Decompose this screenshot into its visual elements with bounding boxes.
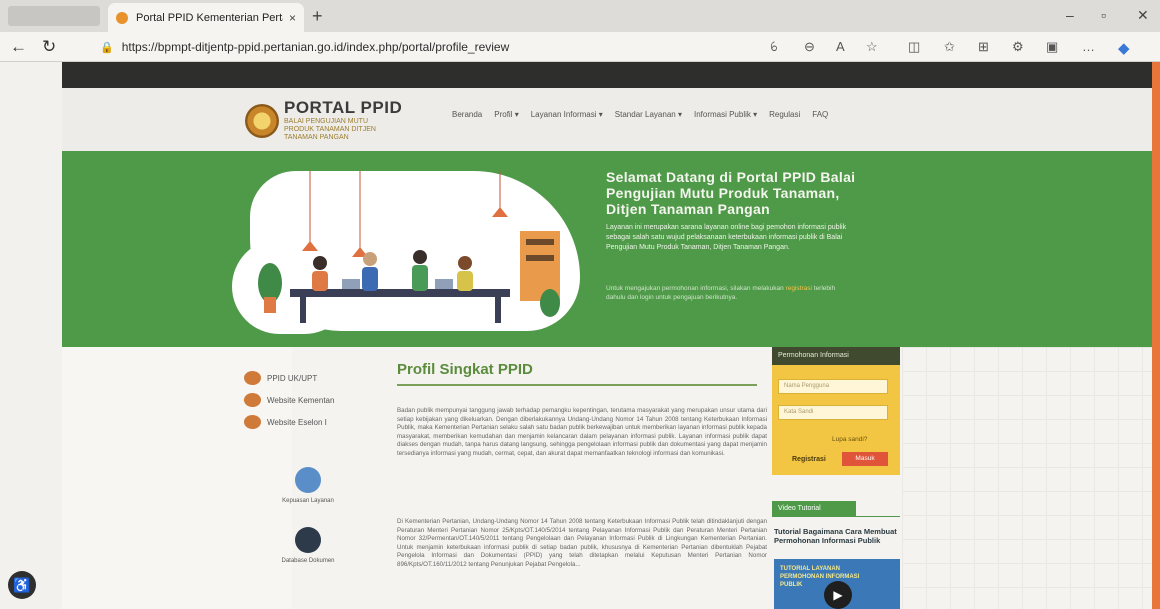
nav-item-beranda[interactable]: Beranda [452,110,482,119]
nav-item-informasi-publik[interactable]: Informasi Publik ▾ [694,110,757,119]
sidebar-links: PPID UK/UPT Website Kementan Website Ese… [244,367,334,433]
address-bar-row: ← ↻ 🔒 https://bpmpt-ditjentp-ppid.pertan… [0,32,1160,62]
ministry-logo-icon[interactable] [245,104,279,138]
site-header: PORTAL PPID BALAI PENGUJIAN MUTU PRODUK … [62,88,1152,151]
panel-header: Permohonan Informasi [772,347,900,365]
hero-registration-note: Untuk mengajukan permohonan informasi, s… [606,284,856,302]
profile-title: Profil Singkat PPID [397,361,533,378]
satisfaction-person-icon [295,467,321,493]
more-icon[interactable]: … [1082,39,1095,54]
video-thumbnail[interactable]: TUTORIAL LAYANAN PERMOHONAN INFORMASI PU… [774,559,900,609]
forgot-password-link[interactable]: Lupa sandi? [832,436,867,443]
hero-register-link[interactable]: registrasi [786,285,812,292]
restore-button[interactable]: ▫ [1101,7,1106,23]
accessibility-icon[interactable]: ♿ [8,571,36,599]
tab-close-button[interactable]: × [289,11,296,25]
nav-item-profil[interactable]: Profil ▾ [494,110,518,119]
service-label: Database Dokumen [281,558,335,564]
hero-title: Selamat Datang di Portal PPID Balai Peng… [606,169,856,217]
service-label: Kepuasan Layanan [282,498,334,504]
zoom-icon[interactable]: ⊖ [804,39,815,55]
bullet-icon [244,415,261,429]
font-icon[interactable]: A [836,39,845,54]
information-request-panel: Permohonan Informasi Nama Pengguna Kata … [772,347,900,475]
video-title[interactable]: Tutorial Bagaimana Cara Membuat Permohon… [774,527,900,545]
sidebar-item-label: Website Eselon I [267,417,327,427]
window-close-button[interactable]: ✕ [1137,7,1149,24]
refresh-icon[interactable]: ↻ [42,37,56,57]
url-field[interactable]: 🔒 https://bpmpt-ditjentp-ppid.pertanian.… [100,36,750,58]
profile-paragraph-2: Di Kementerian Pertanian, Undang-Undang … [397,518,767,568]
favorite-icon[interactable]: ☆ [866,39,878,55]
sidebar-item-website-kementan[interactable]: Website Kementan [244,389,334,411]
tab-title: Portal PPID Kementerian Pertani [136,11,283,24]
background-grid-texture [902,347,1152,609]
new-tab-button[interactable]: + [312,6,323,27]
logo-title[interactable]: PORTAL PPID [284,98,402,118]
top-dark-strip [62,62,1152,88]
back-icon[interactable]: ← [10,37,27,57]
hero-description: Layanan ini merupakan sarana layanan onl… [606,224,847,251]
favorites-bar-icon[interactable]: ✩ [944,39,955,55]
sidebar-item-ppid-uk-upt[interactable]: PPID UK/UPT [244,367,334,389]
nav-item-layanan-informasi[interactable]: Layanan Informasi ▾ [531,110,603,119]
sidebar-item-label: Website Kementan [267,395,335,405]
url-text: https://bpmpt-ditjentp-ppid.pertanian.go… [121,40,510,54]
orange-edge-bar [1152,62,1160,609]
password-input[interactable]: Kata Sandi [778,405,888,420]
profile-paragraph-1: Badan publik mempunyai tanggung jawab te… [397,407,767,457]
service-database-dokumen[interactable]: Database Dokumen [268,527,348,564]
lock-icon[interactable]: 🔒 [100,41,114,54]
bullet-icon [244,371,261,385]
hero-banner: Selamat Datang di Portal PPID Balai Peng… [62,151,1152,347]
site-favicon-icon [116,11,128,24]
title-divider [397,384,757,386]
login-button[interactable]: Masuk [842,452,888,466]
play-icon[interactable]: ▶ [824,581,852,609]
username-input[interactable]: Nama Pengguna [778,379,888,394]
logo-subtitle: BALAI PENGUJIAN MUTU PRODUK TANAMAN DITJ… [284,118,376,141]
bullet-icon [244,393,261,407]
sidebar-item-label: PPID UK/UPT [267,373,318,383]
video-tab[interactable]: Video Tutorial [772,501,856,516]
browser-tab-bar: Portal PPID Kementerian Pertani × + – ▫ … [0,0,1160,32]
office-illustration [258,171,560,323]
register-link[interactable]: Registrasi [792,456,826,463]
main-navigation: Beranda Profil ▾ Layanan Informasi ▾ Sta… [452,110,828,119]
main-content: PPID UK/UPT Website Kementan Website Ese… [62,347,1152,609]
hero-note-prefix: Untuk mengajukan permohonan informasi, s… [606,285,786,292]
collections-icon[interactable]: ⊞ [978,39,989,55]
sidebar-icon[interactable]: ▣ [1046,39,1058,55]
tab-actions-menu[interactable] [8,6,100,26]
read-aloud-icon[interactable]: ꕃ [770,39,778,55]
service-kepuasan-layanan[interactable]: Kepuasan Layanan [268,467,348,504]
sidebar-item-website-eselon[interactable]: Website Eselon I [244,411,334,433]
nav-item-standar-layanan[interactable]: Standar Layanan ▾ [615,110,682,119]
extensions-icon[interactable]: ⚙ [1012,39,1024,55]
minimize-button[interactable]: – [1066,7,1074,23]
browser-tab-active[interactable]: Portal PPID Kementerian Pertani × [108,3,304,32]
ppid-website: PORTAL PPID BALAI PENGUJIAN MUTU PRODUK … [62,88,1152,609]
video-divider [772,516,900,517]
database-icon [295,527,321,553]
nav-item-regulasi[interactable]: Regulasi [769,110,800,119]
nav-item-faq[interactable]: FAQ [812,110,828,119]
edge-copilot-icon[interactable]: ◆ [1118,39,1130,57]
split-screen-icon[interactable]: ◫ [908,39,920,55]
